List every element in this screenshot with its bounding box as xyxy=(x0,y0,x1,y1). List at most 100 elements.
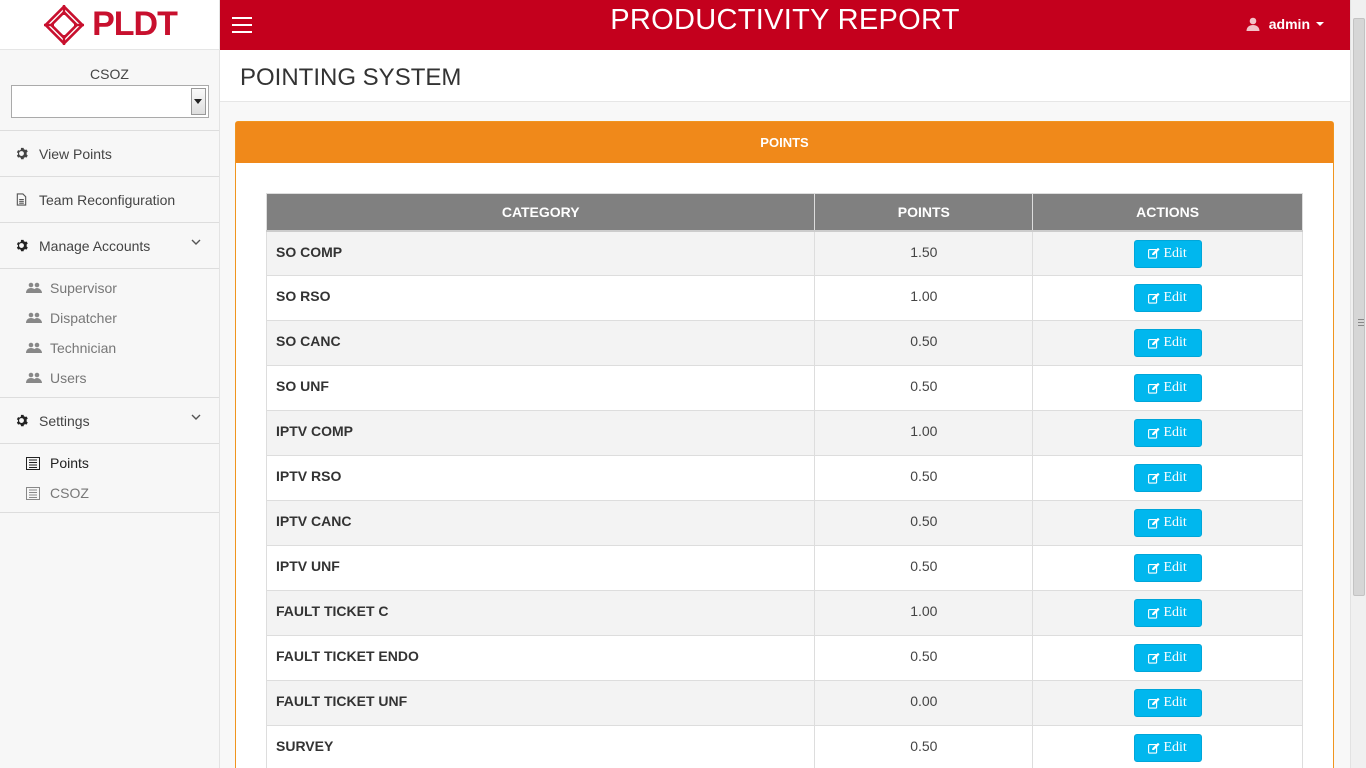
sidebar-item-csoz[interactable]: CSOZ xyxy=(0,478,219,508)
points-cell: 1.00 xyxy=(814,275,1034,321)
edit-button[interactable]: Edit xyxy=(1133,644,1202,672)
edit-button[interactable]: Edit xyxy=(1133,734,1202,762)
edit-button-label: Edit xyxy=(1163,740,1187,755)
edit-button-label: Edit xyxy=(1163,335,1187,350)
manage-accounts-submenu: Supervisor Dispatcher Technician Users xyxy=(0,269,219,398)
gear-icon xyxy=(14,239,28,253)
page-scrollbar[interactable] xyxy=(1350,0,1366,768)
category-cell: SURVEY xyxy=(265,725,816,768)
dropdown-arrow-icon[interactable] xyxy=(190,88,206,115)
points-cell: 0.50 xyxy=(814,455,1034,501)
edit-button-label: Edit xyxy=(1163,380,1187,395)
csoz-filter: CSOZ xyxy=(0,50,219,131)
points-table: CATEGORY POINTS ACTIONS SO COMP 1.50 Edit S… xyxy=(265,193,1303,768)
sidebar-item-users[interactable]: Users xyxy=(0,363,219,393)
table-row: FAULT TICKET UNF 0.00 Edit xyxy=(265,680,1303,726)
nav-manage-accounts-label: Manage Accounts xyxy=(39,237,151,254)
edit-icon xyxy=(1148,382,1161,394)
table-row: IPTV UNF 0.50 Edit xyxy=(265,545,1303,591)
sidebar-item-technician-label: Technician xyxy=(50,340,117,356)
edit-button[interactable]: Edit xyxy=(1133,554,1202,582)
actions-cell: Edit xyxy=(1032,590,1303,636)
chevron-down-icon xyxy=(191,414,201,420)
edit-button[interactable]: Edit xyxy=(1133,689,1202,717)
nav-team-reconfiguration[interactable]: Team Reconfiguration xyxy=(0,177,219,223)
points-cell: 1.50 xyxy=(814,230,1034,276)
edit-button[interactable]: Edit xyxy=(1133,509,1202,537)
table-row: FAULT TICKET C 1.00 Edit xyxy=(265,590,1303,636)
table-row: IPTV CANC 0.50 Edit xyxy=(265,500,1303,546)
points-cell: 1.00 xyxy=(814,410,1034,456)
edit-icon xyxy=(1148,248,1161,259)
actions-cell: Edit xyxy=(1032,500,1303,546)
points-cell: 0.50 xyxy=(814,545,1034,591)
sidebar-item-users-label: Users xyxy=(50,370,87,386)
nav-view-points-label: View Points xyxy=(39,145,112,162)
nav-manage-accounts[interactable]: Manage Accounts xyxy=(0,223,219,269)
app-title: PRODUCTIVITY REPORT xyxy=(610,4,960,36)
pldt-logo-icon xyxy=(43,4,85,45)
edit-icon xyxy=(1148,292,1161,304)
top-navbar: PRODUCTIVITY REPORT admin xyxy=(220,0,1350,50)
edit-button[interactable]: Edit xyxy=(1133,239,1202,268)
edit-icon xyxy=(1148,652,1161,664)
edit-button-label: Edit xyxy=(1163,515,1187,530)
category-cell: SO RSO xyxy=(265,275,816,321)
panel-title: POINTS xyxy=(236,122,1333,163)
edit-icon xyxy=(1148,472,1161,484)
edit-icon xyxy=(1148,607,1161,619)
user-menu[interactable]: admin xyxy=(1246,16,1324,32)
edit-icon xyxy=(1148,427,1161,439)
page-title: POINTING SYSTEM xyxy=(220,50,1350,102)
sidebar-item-points[interactable]: Points xyxy=(0,448,219,478)
table-row: SURVEY 0.50 Edit xyxy=(265,725,1303,768)
gear-icon xyxy=(14,414,28,428)
actions-cell: Edit xyxy=(1032,320,1303,366)
edit-button[interactable]: Edit xyxy=(1133,464,1202,492)
list-icon xyxy=(26,456,42,470)
edit-button-label: Edit xyxy=(1163,650,1187,665)
edit-button-label: Edit xyxy=(1163,470,1187,485)
category-cell: SO COMP xyxy=(265,230,816,276)
edit-button[interactable]: Edit xyxy=(1133,374,1202,402)
actions-cell: Edit xyxy=(1032,725,1303,768)
table-header-row: CATEGORY POINTS ACTIONS xyxy=(265,193,1303,232)
actions-cell: Edit xyxy=(1032,635,1303,681)
column-header-category[interactable]: CATEGORY xyxy=(265,193,816,232)
chevron-down-icon xyxy=(191,239,201,245)
edit-icon xyxy=(1148,742,1161,754)
csoz-select[interactable] xyxy=(10,85,209,118)
points-cell: 0.00 xyxy=(814,680,1034,726)
category-cell: SO UNF xyxy=(265,365,816,411)
edit-button[interactable]: Edit xyxy=(1133,284,1202,312)
table-row: IPTV RSO 0.50 Edit xyxy=(265,455,1303,501)
actions-cell: Edit xyxy=(1032,365,1303,411)
user-name: admin xyxy=(1268,16,1310,32)
gear-icon xyxy=(14,147,28,161)
points-table-wrapper: CATEGORY POINTS ACTIONS SO COMP 1.50 Edit S… xyxy=(265,193,1303,768)
edit-button[interactable]: Edit xyxy=(1133,599,1202,627)
points-table-body: SO COMP 1.50 Edit SO RSO 1.00 Edit SO CANC 0.50… xyxy=(265,230,1303,768)
sidebar-item-dispatcher[interactable]: Dispatcher xyxy=(0,303,219,333)
file-icon xyxy=(14,193,28,207)
brand-logo-text: PLDT xyxy=(92,5,178,43)
brand-logo[interactable]: PLDT xyxy=(0,0,219,50)
table-row: SO CANC 0.50 Edit xyxy=(265,320,1303,366)
actions-cell: Edit xyxy=(1032,230,1303,276)
column-header-actions: ACTIONS xyxy=(1032,193,1303,232)
points-cell: 0.50 xyxy=(814,365,1034,411)
sidebar-item-technician[interactable]: Technician xyxy=(0,333,219,363)
points-cell: 0.50 xyxy=(814,500,1034,546)
sidebar-item-supervisor[interactable]: Supervisor xyxy=(0,273,219,303)
edit-icon xyxy=(1148,337,1161,349)
category-cell: IPTV RSO xyxy=(265,455,816,501)
nav-view-points[interactable]: View Points xyxy=(0,131,219,177)
sidebar-item-dispatcher-label: Dispatcher xyxy=(50,310,117,326)
edit-button[interactable]: Edit xyxy=(1133,329,1202,357)
category-cell: IPTV COMP xyxy=(265,410,816,456)
scrollbar-thumb[interactable] xyxy=(1353,18,1365,596)
column-header-points[interactable]: POINTS xyxy=(814,193,1034,232)
nav-settings[interactable]: Settings xyxy=(0,398,219,444)
sidebar: PLDT CSOZ View Points Team Reconfigurati… xyxy=(0,0,220,768)
edit-button[interactable]: Edit xyxy=(1133,419,1202,447)
